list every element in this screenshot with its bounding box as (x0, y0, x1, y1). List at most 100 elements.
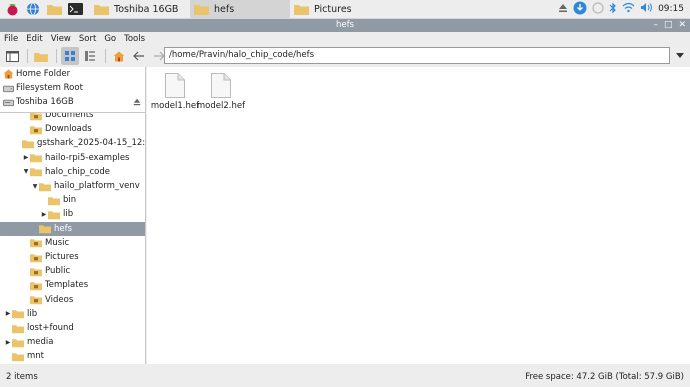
tree-item[interactable]: Music (0, 236, 145, 250)
expand-arrow-icon[interactable]: ▶ (4, 339, 12, 346)
menu-sort[interactable]: Sort (79, 34, 96, 44)
status-bar: 2 items Free space: 47.2 GiB (Total: 57.… (0, 366, 690, 387)
folder-icon (30, 168, 42, 177)
path-input[interactable]: /home/Pravin/halo_chip_code/hefs (164, 47, 670, 64)
folder-icon (30, 154, 42, 163)
home-button[interactable] (110, 47, 128, 65)
tree-item-label: lib (27, 308, 38, 319)
place-toshiba[interactable]: Toshiba 16GB (0, 95, 145, 109)
tree-item[interactable]: Documents (0, 113, 145, 122)
usb-drive-icon (3, 99, 14, 107)
new-window-button[interactable] (3, 47, 21, 65)
tree-item[interactable]: Public (0, 264, 145, 278)
terminal-icon[interactable] (66, 1, 84, 17)
place-home-folder[interactable]: Home Folder (0, 67, 145, 81)
tree-item[interactable]: ▼ hailo_platform_venv (0, 179, 145, 193)
folder-icon (12, 353, 24, 362)
maximize-icon[interactable]: □ (664, 20, 673, 31)
tree-item[interactable]: Pictures (0, 250, 145, 264)
file-view[interactable]: model1.hef model2.hef (147, 67, 690, 364)
path-history-button[interactable] (672, 47, 688, 64)
bluetooth-icon[interactable] (609, 2, 617, 17)
tree-item[interactable]: lost+found (0, 321, 145, 335)
eject-icon[interactable] (133, 98, 141, 106)
new-folder-button[interactable] (32, 47, 50, 65)
menu-edit[interactable]: Edit (26, 34, 42, 44)
tree-item[interactable]: Templates (0, 278, 145, 292)
sync-icon[interactable] (592, 1, 604, 17)
file-item[interactable]: model2.hef (197, 73, 245, 111)
taskbar-task-label: Toshiba 16GB (114, 3, 179, 15)
sidebar: Home Folder Filesystem Root Toshiba 16GB… (0, 67, 146, 364)
icon-view-button[interactable] (61, 47, 79, 65)
collapse-arrow-icon[interactable]: ▼ (31, 183, 39, 190)
tree-item-label: lost+found (27, 323, 74, 333)
tree-item-label: gstshark_2025-04-15_12:0 (37, 138, 145, 149)
window-title: hefs (335, 20, 355, 30)
folder-icon (34, 52, 48, 62)
tree-item[interactable]: Videos (0, 293, 145, 307)
minimize-icon[interactable]: – (653, 20, 658, 31)
taskbar-task-hefs[interactable]: hefs (190, 0, 290, 19)
wifi-icon[interactable] (622, 2, 635, 16)
list-view-button[interactable] (81, 47, 99, 65)
file-item[interactable]: model1.hef (151, 73, 199, 111)
folder-icon (22, 140, 34, 149)
tree-item[interactable]: ▶ lib (0, 207, 145, 221)
file-manager-launcher-icon[interactable] (45, 1, 63, 17)
web-browser-icon[interactable] (24, 1, 42, 17)
window-titlebar[interactable]: hefs – □ ✕ (0, 19, 690, 32)
menu-tools[interactable]: Tools (124, 34, 145, 44)
taskbar-task-toshiba[interactable]: Toshiba 16GB (90, 0, 190, 19)
place-filesystem-root[interactable]: Filesystem Root (0, 81, 145, 95)
folder-icon (12, 338, 24, 347)
collapse-arrow-icon[interactable]: ▼ (22, 168, 30, 175)
tree-item-label: hailo-rpi5-examples (45, 152, 130, 163)
place-label: Toshiba 16GB (16, 97, 74, 107)
eject-icon[interactable] (558, 3, 568, 16)
tree-item-label: Music (45, 237, 70, 248)
home-icon (113, 51, 125, 61)
tree-item-label: Public (45, 266, 71, 277)
folder-icon (94, 5, 109, 15)
tree-item-label: media (27, 337, 54, 348)
tree-item[interactable]: mnt (0, 349, 145, 363)
folder-icon (194, 5, 209, 15)
toolbar-separator (105, 49, 106, 63)
pictures-folder-icon (30, 253, 42, 262)
tree-item[interactable]: ▶ media (0, 335, 145, 349)
menu-bar: File Edit View Sort Go Tools (0, 32, 690, 45)
tree-item-label: Documents (45, 113, 94, 120)
close-icon[interactable]: ✕ (678, 20, 686, 31)
raspberry-menu-icon[interactable] (3, 1, 21, 17)
tree-item-label: bin (63, 195, 77, 206)
tree-item[interactable]: hefs (0, 221, 145, 236)
templates-folder-icon (30, 282, 42, 291)
toolbar-separator (27, 49, 28, 63)
file-name: model1.hef (150, 101, 200, 111)
folder-icon (294, 5, 309, 15)
tree-item[interactable]: bin (0, 193, 145, 207)
chevron-down-icon (676, 53, 684, 58)
file-name: model2.hef (196, 101, 246, 111)
public-folder-icon (30, 267, 42, 276)
taskbar-task-pictures[interactable]: Pictures (290, 0, 390, 19)
tree-item[interactable]: ▼ halo_chip_code (0, 165, 145, 179)
clock[interactable]: 09:15 (658, 4, 684, 14)
tree-item[interactable]: ▶ lib (0, 307, 145, 321)
taskbar-task-label: Pictures (314, 3, 352, 15)
update-download-icon[interactable] (573, 1, 587, 18)
tree-item[interactable]: Downloads (0, 122, 145, 136)
tree-item-label: hailo_platform_venv (54, 181, 140, 191)
menu-go[interactable]: Go (104, 34, 116, 44)
tree-item[interactable]: gstshark_2025-04-15_12:0 (0, 136, 145, 150)
menu-view[interactable]: View (51, 34, 71, 44)
menu-file[interactable]: File (4, 34, 18, 44)
file-icon (165, 73, 185, 98)
expand-arrow-icon[interactable]: ▶ (4, 310, 12, 317)
expand-arrow-icon[interactable]: ▶ (40, 211, 48, 218)
tree-item[interactable]: ▶ hailo-rpi5-examples (0, 151, 145, 165)
expand-arrow-icon[interactable]: ▶ (22, 154, 30, 161)
volume-icon[interactable] (640, 2, 653, 16)
back-button[interactable] (130, 47, 148, 65)
